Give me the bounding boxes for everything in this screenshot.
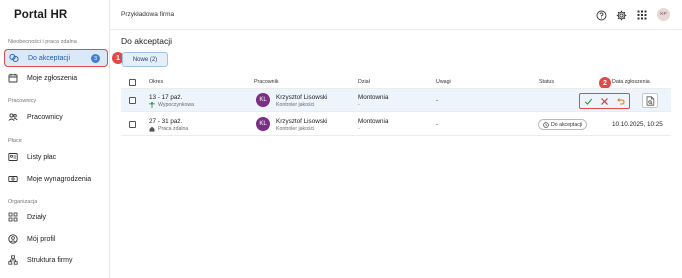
sidebar-item-moj-profil[interactable]: Mój profil <box>4 230 108 248</box>
document-search-icon <box>646 95 654 106</box>
help-icon[interactable] <box>595 9 607 21</box>
employee-role: Kontroler jakości <box>276 102 315 108</box>
sidebar-item-moje-wynagrodzenia[interactable]: Moje wynagrodzenia <box>4 170 108 188</box>
period-text: 13 - 17 paź. <box>149 94 183 101</box>
column-header-employee[interactable]: Pracownik <box>254 79 278 85</box>
sidebar-item-label: Do akceptacji <box>28 54 71 62</box>
row-checkbox[interactable] <box>129 121 136 128</box>
employee-avatar: KL <box>256 93 270 107</box>
document-preview-button[interactable] <box>642 93 658 108</box>
select-all-checkbox[interactable] <box>129 79 136 86</box>
column-header-status[interactable]: Status <box>539 79 554 85</box>
user-circle-icon <box>8 234 18 244</box>
status-badge: Do akceptacji <box>538 119 588 130</box>
table-header: Okres Pracownik Dział Uwagi Status Data … <box>121 76 671 89</box>
absence-type: Praca zdalna <box>149 126 188 132</box>
sidebar-item-moje-zgloszenia[interactable]: Moje zgłoszenia <box>4 69 108 87</box>
sidebar-section-organization: Organizacja <box>8 199 38 205</box>
tab-nowe[interactable]: Nowe (2) <box>122 52 168 67</box>
sidebar-item-label: Listy płac <box>27 153 57 161</box>
hierarchy-icon <box>8 255 18 265</box>
approve-check-icon[interactable] <box>582 95 594 107</box>
calendar-icon <box>8 73 18 83</box>
column-header-period[interactable]: Okres <box>149 79 163 85</box>
reject-close-icon[interactable] <box>598 95 610 107</box>
palm-tree-icon <box>149 102 155 108</box>
top-bar: Przykładowa firma KP <box>110 0 682 30</box>
sidebar-section-payroll: Płace <box>8 138 22 144</box>
pending-clock-icon <box>543 121 549 128</box>
absence-type-label: Wypoczynkowa <box>158 102 194 108</box>
app-window: Portal HR Nieobecności i praca zdalna Do… <box>0 0 682 278</box>
row-checkbox[interactable] <box>129 97 136 104</box>
settings-gear-icon[interactable] <box>615 9 627 21</box>
submission-date: 10.10.2025, 10:25 <box>612 121 663 128</box>
status-label: Do akceptacji <box>551 121 583 128</box>
sidebar-item-label: Pracownicy <box>27 113 63 121</box>
employee-role: Kontroler jakości <box>276 126 315 132</box>
department-name: Montownia <box>358 94 389 101</box>
table-row[interactable]: 13 - 17 paź. Wypoczynkowa KL Krzysztof L… <box>121 89 671 112</box>
department-sub: - <box>358 126 360 132</box>
page-title: Do akceptacji <box>121 36 173 46</box>
sidebar-item-label: Moje zgłoszenia <box>27 74 78 82</box>
department-sub: - <box>358 102 360 108</box>
sidebar-section-absences: Nieobecności i praca zdalna <box>8 39 77 45</box>
notes-text: - <box>436 121 439 128</box>
department-name: Montownia <box>358 118 389 125</box>
app-logo: Portal HR <box>14 9 68 21</box>
table-row[interactable]: 27 - 31 paź. Praca zdalna KL Krzysztof L… <box>121 113 671 136</box>
undo-icon[interactable] <box>615 95 627 107</box>
people-icon <box>8 112 18 122</box>
user-avatar[interactable]: KP <box>657 8 670 21</box>
column-header-department[interactable]: Dział <box>358 79 370 85</box>
sidebar-item-dzialy[interactable]: Działy <box>4 208 108 226</box>
column-header-date[interactable]: Data zgłoszenia <box>612 79 650 85</box>
sidebar-section-employees: Pracownicy <box>8 98 37 104</box>
column-header-notes[interactable]: Uwagi <box>436 79 451 85</box>
employee-avatar: KL <box>256 117 270 131</box>
sidebar-item-label: Struktura firmy <box>27 256 73 264</box>
notes-text: - <box>436 97 439 104</box>
sidebar-item-do-akceptacji[interactable]: Do akceptacji 3 <box>4 49 108 67</box>
employee-name: Krzysztof Lisowski <box>276 118 328 125</box>
sidebar-item-label: Działy <box>27 213 47 221</box>
calendar-check-icon <box>9 53 19 63</box>
sidebar-item-label: Mój profil <box>27 235 56 243</box>
sidebar-item-label: Moje wynagrodzenia <box>27 175 92 183</box>
employee-name: Krzysztof Lisowski <box>276 94 328 101</box>
home-icon <box>149 126 155 132</box>
apps-grid-icon[interactable] <box>636 9 648 21</box>
sidebar-item-struktura-firmy[interactable]: Struktura firmy <box>4 251 108 269</box>
payroll-icon <box>8 152 18 162</box>
row-actions-highlight <box>579 93 630 109</box>
sidebar: Portal HR Nieobecności i praca zdalna Do… <box>0 0 110 278</box>
absence-type: Wypoczynkowa <box>149 102 194 108</box>
company-name: Przykładowa firma <box>121 11 175 18</box>
money-icon <box>8 174 18 184</box>
sidebar-item-listy-plac[interactable]: Listy płac <box>4 148 108 166</box>
pending-count-badge: 3 <box>91 54 100 63</box>
sidebar-item-pracownicy[interactable]: Pracownicy <box>4 108 108 126</box>
absence-type-label: Praca zdalna <box>158 126 189 132</box>
period-text: 27 - 31 paź. <box>149 118 183 125</box>
org-chart-icon <box>8 212 18 222</box>
